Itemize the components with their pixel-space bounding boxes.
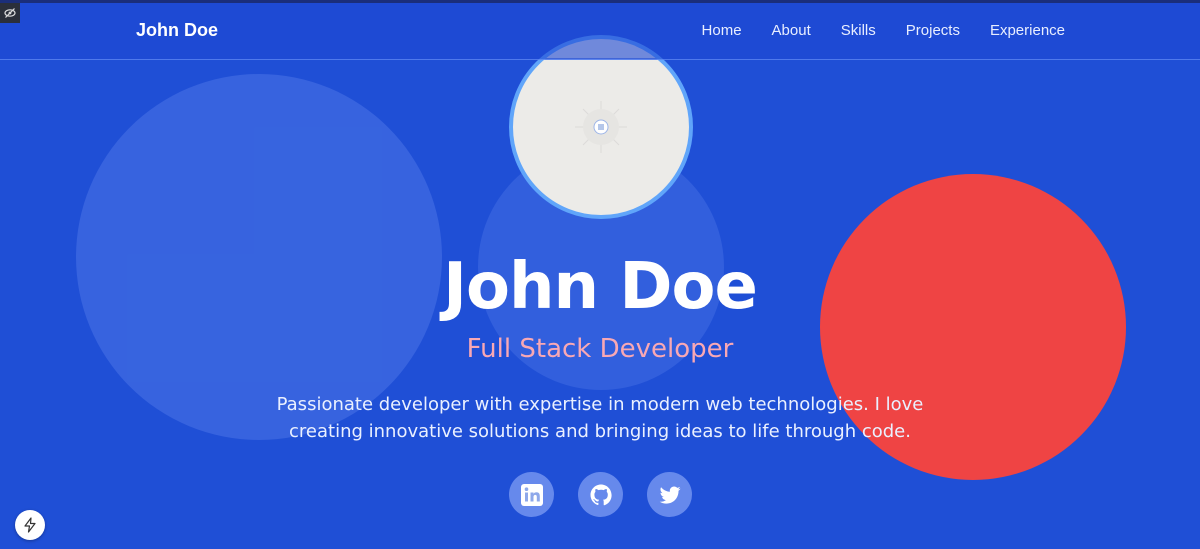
- hero-role: Full Stack Developer: [466, 334, 734, 364]
- linkedin-icon: [520, 483, 543, 506]
- dev-tools-toggle[interactable]: [0, 3, 20, 23]
- twitter-icon: [659, 486, 680, 504]
- navbar: John Doe Home About Skills Projects Expe…: [0, 3, 1200, 60]
- github-icon: [590, 484, 612, 505]
- image-placeholder-icon: [535, 58, 667, 153]
- profile-avatar: [509, 35, 693, 219]
- social-links: [509, 472, 692, 517]
- github-button[interactable]: [578, 472, 623, 517]
- hero-name: John Doe: [443, 250, 758, 324]
- twitter-button[interactable]: [647, 472, 692, 517]
- portfolio-page: John Doe Home About Skills Projects Expe…: [0, 0, 1200, 549]
- nav-link-skills[interactable]: Skills: [841, 22, 876, 39]
- brand-logo[interactable]: John Doe: [136, 20, 218, 41]
- eye-slash-icon: [4, 8, 16, 18]
- nav-link-about[interactable]: About: [772, 22, 811, 39]
- nav-link-projects[interactable]: Projects: [906, 22, 960, 39]
- nav-links: Home About Skills Projects Experience: [702, 22, 1065, 39]
- linkedin-button[interactable]: [509, 472, 554, 517]
- nav-link-experience[interactable]: Experience: [990, 22, 1065, 39]
- hero-description: Passionate developer with expertise in m…: [276, 394, 924, 442]
- nav-link-home[interactable]: Home: [702, 22, 742, 39]
- quick-action-button[interactable]: [15, 510, 45, 540]
- lightning-bolt-icon: [24, 517, 36, 533]
